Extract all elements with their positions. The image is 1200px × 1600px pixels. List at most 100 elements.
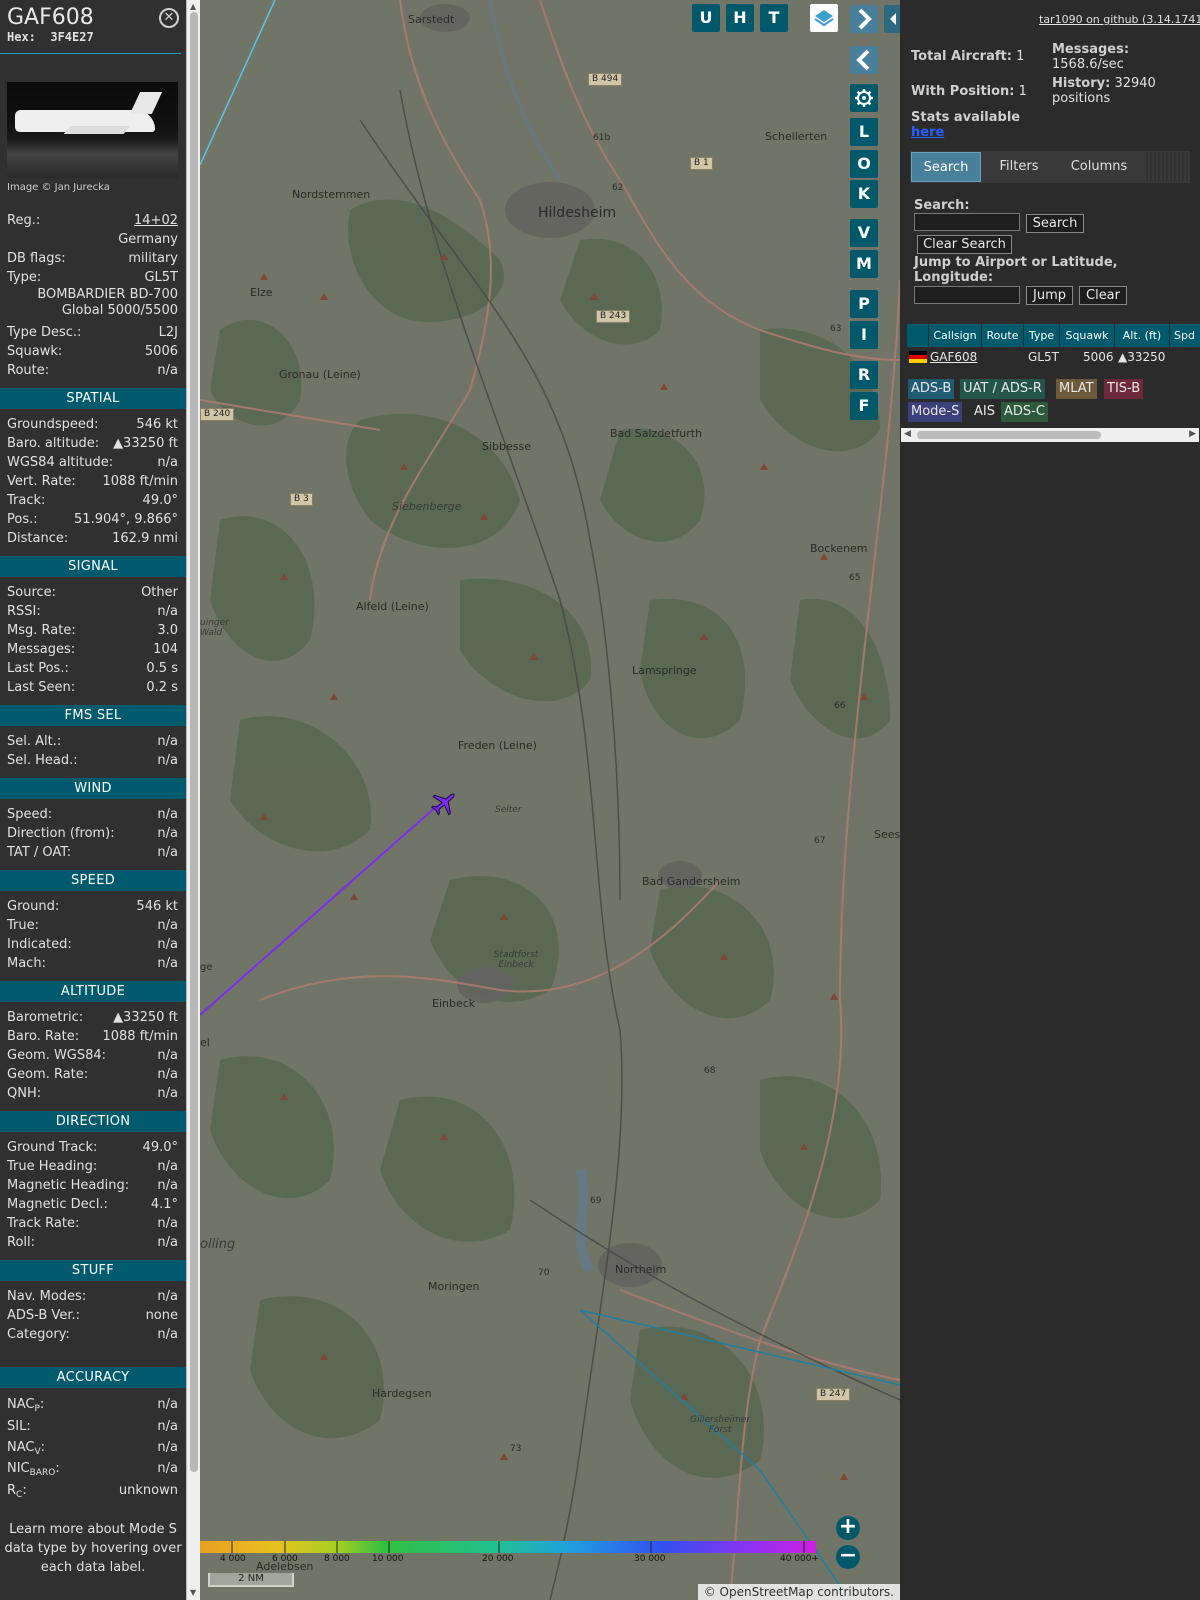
search-input[interactable]: [914, 213, 1020, 231]
stuff-label[interactable]: Nav. Modes:: [7, 1287, 86, 1306]
speed-label[interactable]: Indicated:: [7, 935, 72, 954]
tab-extra[interactable]: [1144, 152, 1190, 182]
map-button-p[interactable]: P: [850, 290, 878, 318]
table-header-type[interactable]: Type: [1024, 324, 1059, 347]
close-icon[interactable]: ✕: [159, 8, 179, 28]
source-ais[interactable]: AIS: [971, 402, 998, 422]
map-button-i[interactable]: I: [850, 321, 878, 349]
map[interactable]: Sarstedt Nordstemmen Hildesheim Scheller…: [200, 0, 900, 1600]
source-adsc[interactable]: ADS-C: [1001, 402, 1048, 422]
nicbaro-label[interactable]: NICBARO:: [7, 1458, 60, 1480]
direction-label[interactable]: Track Rate:: [7, 1214, 79, 1233]
speed-label[interactable]: Mach:: [7, 954, 46, 973]
wind-label[interactable]: Speed:: [7, 805, 52, 824]
map-attribution[interactable]: © OpenStreetMap contributors.: [697, 1584, 900, 1600]
direction-label[interactable]: Magnetic Decl.:: [7, 1195, 108, 1214]
source-mlat[interactable]: MLAT: [1056, 379, 1097, 399]
tab-columns[interactable]: Columns: [1056, 152, 1142, 182]
table-header-squawk[interactable]: Squawk: [1060, 324, 1114, 347]
chevron-left-icon[interactable]: [850, 46, 878, 74]
zoom-out-button[interactable]: −: [836, 1545, 860, 1569]
table-cell-callsign[interactable]: GAF608: [930, 348, 977, 367]
direction-label[interactable]: True Heading:: [7, 1157, 97, 1176]
map-button-h[interactable]: H: [726, 4, 754, 32]
jump-input[interactable]: [914, 286, 1020, 304]
map-button-f[interactable]: F: [850, 392, 878, 420]
tab-filters[interactable]: Filters: [984, 152, 1054, 182]
spatial-label[interactable]: Vert. Rate:: [7, 472, 76, 491]
spatial-label[interactable]: Baro. altitude:: [7, 434, 99, 453]
fmssel-label[interactable]: Sel. Head.:: [7, 751, 78, 770]
source-uat-adsr[interactable]: UAT / ADS-R: [960, 379, 1045, 399]
table-header-route[interactable]: Route: [982, 324, 1023, 347]
map-button-v[interactable]: V: [850, 219, 878, 247]
jump-button[interactable]: Jump: [1026, 286, 1073, 305]
signal-label[interactable]: Last Pos.:: [7, 659, 69, 678]
rc-label[interactable]: RC:: [7, 1480, 27, 1502]
clear-search-button[interactable]: Clear Search: [917, 235, 1012, 254]
map-button-t[interactable]: T: [760, 4, 788, 32]
spatial-label[interactable]: Groundspeed:: [7, 415, 98, 434]
table-header-spd[interactable]: Spd: [1170, 324, 1200, 347]
nacv-label[interactable]: NACV:: [7, 1437, 45, 1458]
spatial-label[interactable]: Distance:: [7, 529, 68, 548]
altitude-label[interactable]: Geom. Rate:: [7, 1065, 88, 1084]
sil-label[interactable]: SIL:: [7, 1416, 31, 1437]
scrollbar-thumb[interactable]: [190, 12, 198, 1472]
scroll-up-arrow-icon[interactable]: ▲: [190, 2, 196, 11]
table-header-callsign[interactable]: Callsign: [929, 324, 981, 347]
zoom-in-button[interactable]: +: [836, 1516, 860, 1540]
info-panel-scrollbar[interactable]: ▲ ▼: [186, 0, 200, 1600]
altitude-label[interactable]: Barometric:: [7, 1008, 83, 1027]
aircraft-marker-icon[interactable]: [429, 788, 459, 818]
altitude-label[interactable]: QNH:: [7, 1084, 41, 1103]
wind-label[interactable]: Direction (from):: [7, 824, 115, 843]
map-button-l[interactable]: L: [850, 118, 878, 146]
altitude-label[interactable]: Baro. Rate:: [7, 1027, 79, 1046]
nacp-label[interactable]: NACP:: [7, 1394, 44, 1416]
fmssel-label[interactable]: Sel. Alt.:: [7, 732, 61, 751]
spatial-label[interactable]: WGS84 altitude:: [7, 453, 113, 472]
scroll-right-arrow-icon[interactable]: ▶: [1189, 429, 1196, 439]
wind-label[interactable]: TAT / OAT:: [7, 843, 71, 862]
table-horizontal-scrollbar[interactable]: ◀ ▶: [901, 428, 1199, 442]
scroll-down-arrow-icon[interactable]: ▼: [190, 1588, 196, 1597]
scroll-left-arrow-icon[interactable]: ◀: [904, 429, 911, 439]
map-button-o[interactable]: O: [850, 150, 878, 178]
speed-label[interactable]: True:: [7, 916, 39, 935]
direction-label[interactable]: Magnetic Heading:: [7, 1176, 129, 1195]
direction-label[interactable]: Roll:: [7, 1233, 35, 1252]
clear-button[interactable]: Clear: [1079, 286, 1127, 305]
tab-search[interactable]: Search: [911, 152, 981, 182]
table-header-alt[interactable]: Alt. (ft): [1115, 324, 1169, 347]
signal-label[interactable]: Source:: [7, 583, 56, 602]
altitude-label[interactable]: Geom. WGS84:: [7, 1046, 106, 1065]
gear-icon[interactable]: [850, 84, 878, 112]
scrollbar-thumb[interactable]: [917, 431, 1101, 439]
map-button-m[interactable]: M: [850, 250, 878, 278]
spatial-label[interactable]: Track:: [7, 491, 45, 510]
map-button-k[interactable]: K: [850, 180, 878, 208]
direction-label[interactable]: Ground Track:: [7, 1138, 97, 1157]
map-button-r[interactable]: R: [850, 361, 878, 389]
version-link[interactable]: tar1090 on github (3.14.1741): [1039, 13, 1200, 26]
spatial-label[interactable]: Pos.:: [7, 510, 38, 529]
map-button-u[interactable]: U: [692, 4, 720, 32]
expand-horizontal-icon[interactable]: [884, 5, 900, 33]
speed-label[interactable]: Ground:: [7, 897, 59, 916]
aircraft-photo[interactable]: [7, 82, 178, 178]
search-button[interactable]: Search: [1026, 214, 1084, 233]
signal-label[interactable]: Messages:: [7, 640, 75, 659]
stats-here-link[interactable]: here: [911, 125, 944, 140]
stuff-label[interactable]: Category:: [7, 1325, 70, 1344]
source-modes[interactable]: Mode-S: [908, 402, 963, 422]
source-adsb[interactable]: ADS-B: [908, 379, 955, 399]
signal-label[interactable]: Msg. Rate:: [7, 621, 76, 640]
stuff-label[interactable]: ADS-B Ver.:: [7, 1306, 80, 1325]
reg-link[interactable]: 14+02: [134, 211, 178, 230]
layers-icon[interactable]: [810, 4, 838, 32]
source-tisb[interactable]: TIS-B: [1104, 379, 1144, 399]
signal-label[interactable]: Last Seen:: [7, 678, 75, 697]
signal-label[interactable]: RSSI:: [7, 602, 41, 621]
chevron-right-icon[interactable]: [850, 5, 878, 33]
